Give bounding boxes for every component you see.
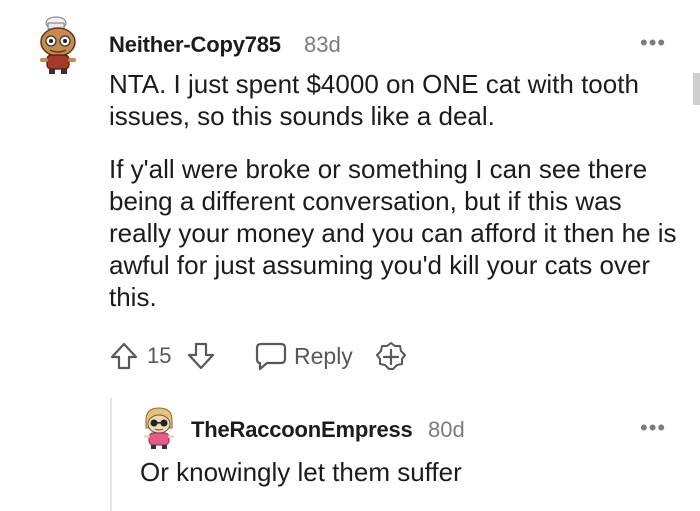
reply-age: 80d [428, 417, 465, 442]
speech-bubble-icon[interactable] [254, 341, 288, 371]
comment-actions: 15 Reply [0, 338, 700, 378]
reply-author[interactable]: TheRaccoonEmpress [191, 417, 413, 443]
comment-age: 83d [304, 32, 341, 57]
comment-paragraph: If y'all were broke or something I can s… [109, 154, 677, 312]
reply-button[interactable]: Reply [294, 343, 353, 370]
snoo-avatar-icon[interactable] [140, 406, 178, 450]
vote-count: 15 [147, 343, 172, 368]
more-options-icon[interactable]: ••• [640, 32, 666, 54]
comment-paragraph: NTA. I just spent $4000 on ONE cat with … [109, 69, 639, 131]
comment-author[interactable]: Neither-Copy785 [109, 32, 281, 58]
award-plus-icon[interactable] [374, 340, 408, 374]
scrollbar-thumb[interactable] [693, 73, 700, 105]
reply-body: Or knowingly let them suffer [140, 457, 462, 487]
snoo-avatar-icon[interactable] [36, 14, 86, 76]
comment-card: Neither-Copy785 83d ••• NTA. I just spen… [0, 0, 700, 511]
more-options-icon[interactable]: ••• [640, 417, 666, 439]
arrow-down-icon[interactable] [185, 340, 217, 372]
thread-line[interactable] [110, 398, 112, 511]
arrow-up-icon[interactable] [108, 340, 140, 372]
